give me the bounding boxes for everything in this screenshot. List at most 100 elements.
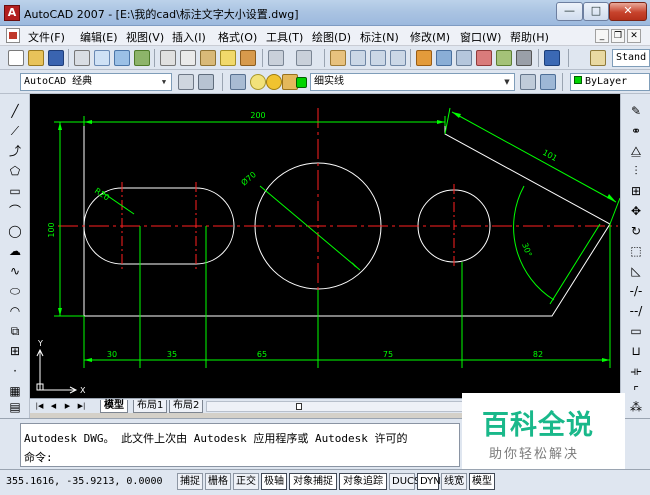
grid-toggle[interactable]: 栅格 (205, 473, 231, 490)
insert-block-icon[interactable]: ⧉ (8, 324, 22, 338)
tool-palettes-icon[interactable] (456, 50, 472, 66)
prev-tab-button[interactable]: ◀ (48, 400, 59, 412)
polyline-icon[interactable]: ⤴ (8, 144, 22, 158)
revision-cloud-icon[interactable]: ☁ (8, 244, 22, 258)
layer-thaw-icon[interactable] (266, 74, 282, 90)
gradient-icon[interactable]: ▤ (8, 400, 22, 414)
make-block-icon[interactable]: ⊞ (8, 344, 22, 358)
extend-icon[interactable]: --/ (629, 304, 643, 318)
pan-icon[interactable] (330, 50, 346, 66)
menu-insert[interactable]: 插入(I) (172, 29, 206, 45)
match-properties-icon[interactable] (220, 50, 236, 66)
layer-manager-icon[interactable] (230, 74, 246, 90)
help-icon[interactable] (544, 50, 560, 66)
polygon-icon[interactable]: ⬠ (8, 164, 22, 178)
copy-object-icon[interactable]: ⚭ (629, 124, 643, 138)
autocad-app-icon[interactable]: A (4, 5, 20, 21)
zoom-window-icon[interactable] (370, 50, 386, 66)
doc-minimize-button[interactable]: _ (595, 29, 609, 43)
layer-combo[interactable]: 细实线 ▼ (310, 73, 515, 91)
sheet-set-icon[interactable] (476, 50, 492, 66)
model-toggle[interactable]: 模型 (469, 473, 495, 490)
text-style-combo[interactable]: Stand (612, 49, 650, 67)
color-combo[interactable]: ByLayer (570, 73, 650, 91)
save-icon[interactable] (48, 50, 64, 66)
menu-modify[interactable]: 修改(M) (410, 29, 450, 45)
make-current-layer-icon[interactable] (520, 74, 536, 90)
chamfer-icon[interactable]: ⟛ (629, 364, 643, 378)
erase-icon[interactable]: ✎ (629, 104, 643, 118)
menu-edit[interactable]: 编辑(E) (80, 29, 118, 45)
redo-icon[interactable] (296, 50, 312, 66)
point-icon[interactable]: · (8, 364, 22, 378)
layer-on-bulb-icon[interactable] (250, 74, 266, 90)
copy-icon[interactable] (180, 50, 196, 66)
menu-file[interactable]: 文件(F) (28, 29, 65, 45)
array-icon[interactable]: ⊞ (629, 184, 643, 198)
scrollbar-thumb[interactable] (296, 403, 302, 410)
undo-icon[interactable] (268, 50, 284, 66)
layer-previous-icon[interactable] (540, 74, 556, 90)
3d-dwf-icon[interactable] (134, 50, 150, 66)
menu-view[interactable]: 视图(V) (126, 29, 164, 45)
construction-line-icon[interactable]: ⟋ (8, 124, 22, 138)
zoom-realtime-icon[interactable] (350, 50, 366, 66)
first-tab-button[interactable]: |◀ (34, 400, 45, 412)
hatch-icon[interactable]: ▦ (8, 384, 22, 398)
cut-icon[interactable] (160, 50, 176, 66)
open-folder-icon[interactable] (28, 50, 44, 66)
design-center-icon[interactable] (436, 50, 452, 66)
next-tab-button[interactable]: ▶ (62, 400, 73, 412)
publish-icon[interactable] (114, 50, 130, 66)
ortho-toggle[interactable]: 正交 (233, 473, 259, 490)
explode-icon[interactable]: ⁂ (629, 400, 643, 414)
tab-layout1[interactable]: 布局1 (133, 400, 168, 413)
spline-icon[interactable]: ∿ (8, 264, 22, 278)
last-tab-button[interactable]: ▶| (76, 400, 87, 412)
command-history[interactable]: Autodesk DWG。 此文件上次由 Autodesk 应用程序或 Auto… (20, 423, 460, 467)
tab-layout2[interactable]: 布局2 (169, 400, 204, 413)
command-prompt[interactable]: 命令: (24, 449, 53, 465)
doc-restore-button[interactable]: ❐ (611, 29, 625, 43)
polar-toggle[interactable]: 极轴 (261, 473, 287, 490)
workspace-combo[interactable]: AutoCAD 经典 ▼ (20, 73, 172, 91)
snap-toggle[interactable]: 捕捉 (177, 473, 203, 490)
close-button[interactable]: ✕ (609, 2, 647, 21)
workspace-settings-icon[interactable] (178, 74, 194, 90)
ellipse-arc-icon[interactable]: ◠ (8, 304, 22, 318)
new-file-icon[interactable] (8, 50, 24, 66)
otrack-toggle[interactable]: 对象追踪 (339, 473, 387, 490)
ellipse-icon[interactable]: ⬭ (8, 284, 22, 298)
text-style-icon[interactable] (590, 50, 606, 66)
arc-icon[interactable]: ⌒ (8, 204, 22, 218)
ducs-toggle[interactable]: DUCS (389, 473, 420, 490)
dyn-toggle[interactable]: DYN (417, 473, 441, 490)
coordinate-readout[interactable]: 355.1616, -35.9213, 0.0000 (6, 476, 163, 487)
markup-icon[interactable] (496, 50, 512, 66)
line-icon[interactable]: ╱ (8, 104, 22, 118)
block-editor-icon[interactable] (240, 50, 256, 66)
print-icon[interactable] (74, 50, 90, 66)
maximize-button[interactable]: □ (583, 2, 609, 21)
plot-preview-icon[interactable] (94, 50, 110, 66)
stretch-icon[interactable]: ◺ (629, 264, 643, 278)
rotate-icon[interactable]: ↻ (629, 224, 643, 238)
circle-icon[interactable]: ◯ (8, 224, 22, 238)
offset-icon[interactable]: ⫶ (629, 164, 643, 178)
menu-window[interactable]: 窗口(W) (460, 29, 501, 45)
menu-help[interactable]: 帮助(H) (510, 29, 549, 45)
move-icon[interactable]: ✥ (629, 204, 643, 218)
zoom-previous-icon[interactable] (390, 50, 406, 66)
document-icon[interactable] (6, 28, 20, 43)
minimize-button[interactable]: — (556, 2, 583, 21)
mirror-icon[interactable]: ⧋ (629, 144, 643, 158)
fillet-icon[interactable]: ⌜ (629, 384, 643, 398)
calculator-icon[interactable] (516, 50, 532, 66)
join-icon[interactable]: ⊔ (629, 344, 643, 358)
break-icon[interactable]: ▭ (629, 324, 643, 338)
workspace-save-icon[interactable] (198, 74, 214, 90)
doc-close-button[interactable]: ✕ (627, 29, 641, 43)
rectangle-icon[interactable]: ▭ (8, 184, 22, 198)
lineweight-toggle[interactable]: 线宽 (441, 473, 467, 490)
menu-dimension[interactable]: 标注(N) (360, 29, 399, 45)
